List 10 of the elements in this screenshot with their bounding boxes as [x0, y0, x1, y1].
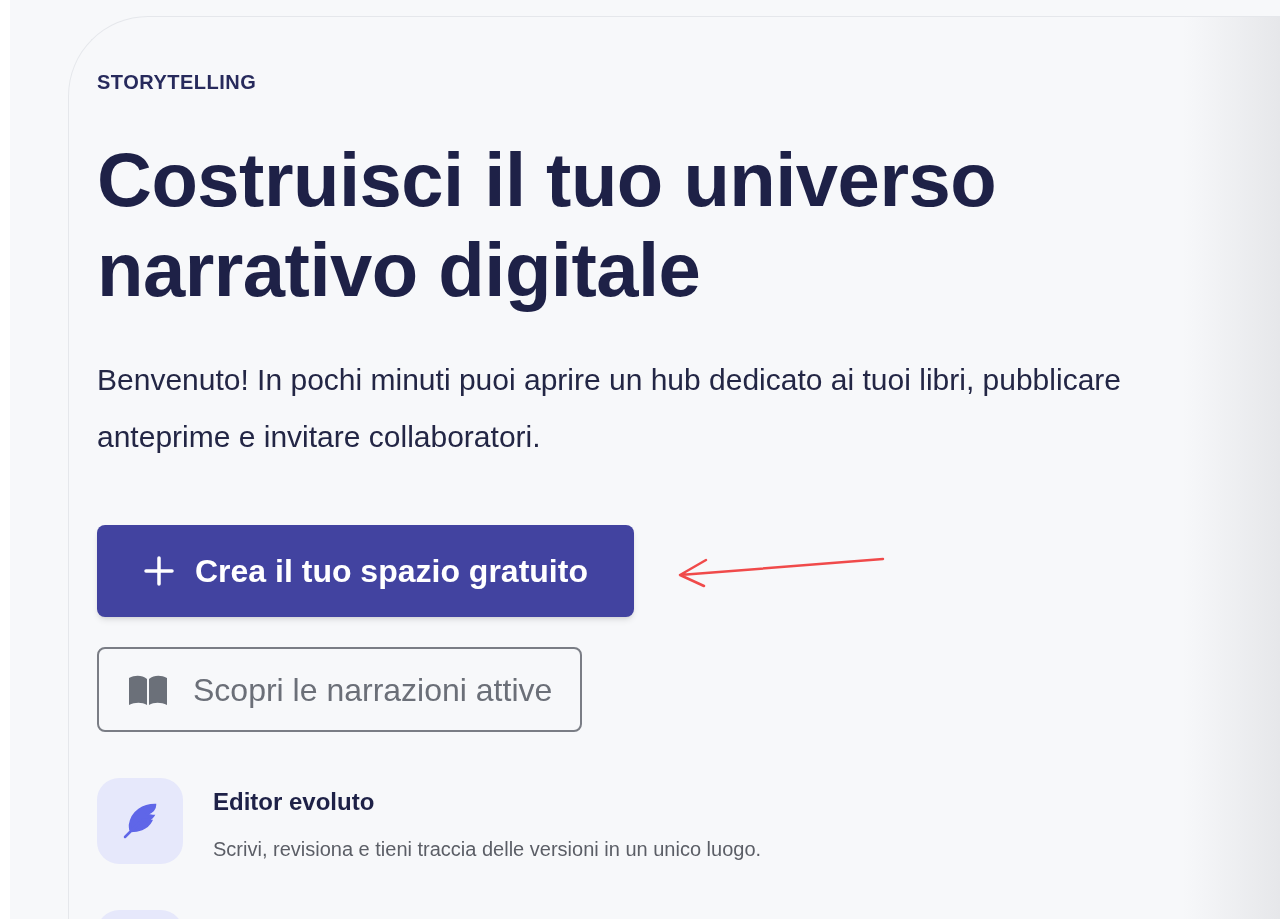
feature-description: Scrivi, revisiona e tieni traccia delle versioni in un unico luogo.	[213, 837, 762, 862]
feather-icon	[122, 803, 158, 839]
plus-icon	[143, 555, 175, 587]
feature-title: Editor evoluto	[213, 787, 376, 817]
hero-title: Costruisci il tuo universo narrativo digitale	[97, 136, 998, 314]
eyebrow-label: STORYTELLING	[97, 70, 257, 95]
hero-description: Benvenuto! In pochi minuti puoi aprire un hub dedicato ai tuoi libri, pubblicare anteprime e invitare collaboratori.	[97, 362, 1122, 455]
open-book-icon	[127, 673, 169, 706]
discover-stories-button[interactable]: Scopri le narrazioni attive	[97, 647, 583, 732]
create-space-button[interactable]: Crea il tuo spazio gratuito	[97, 525, 634, 617]
